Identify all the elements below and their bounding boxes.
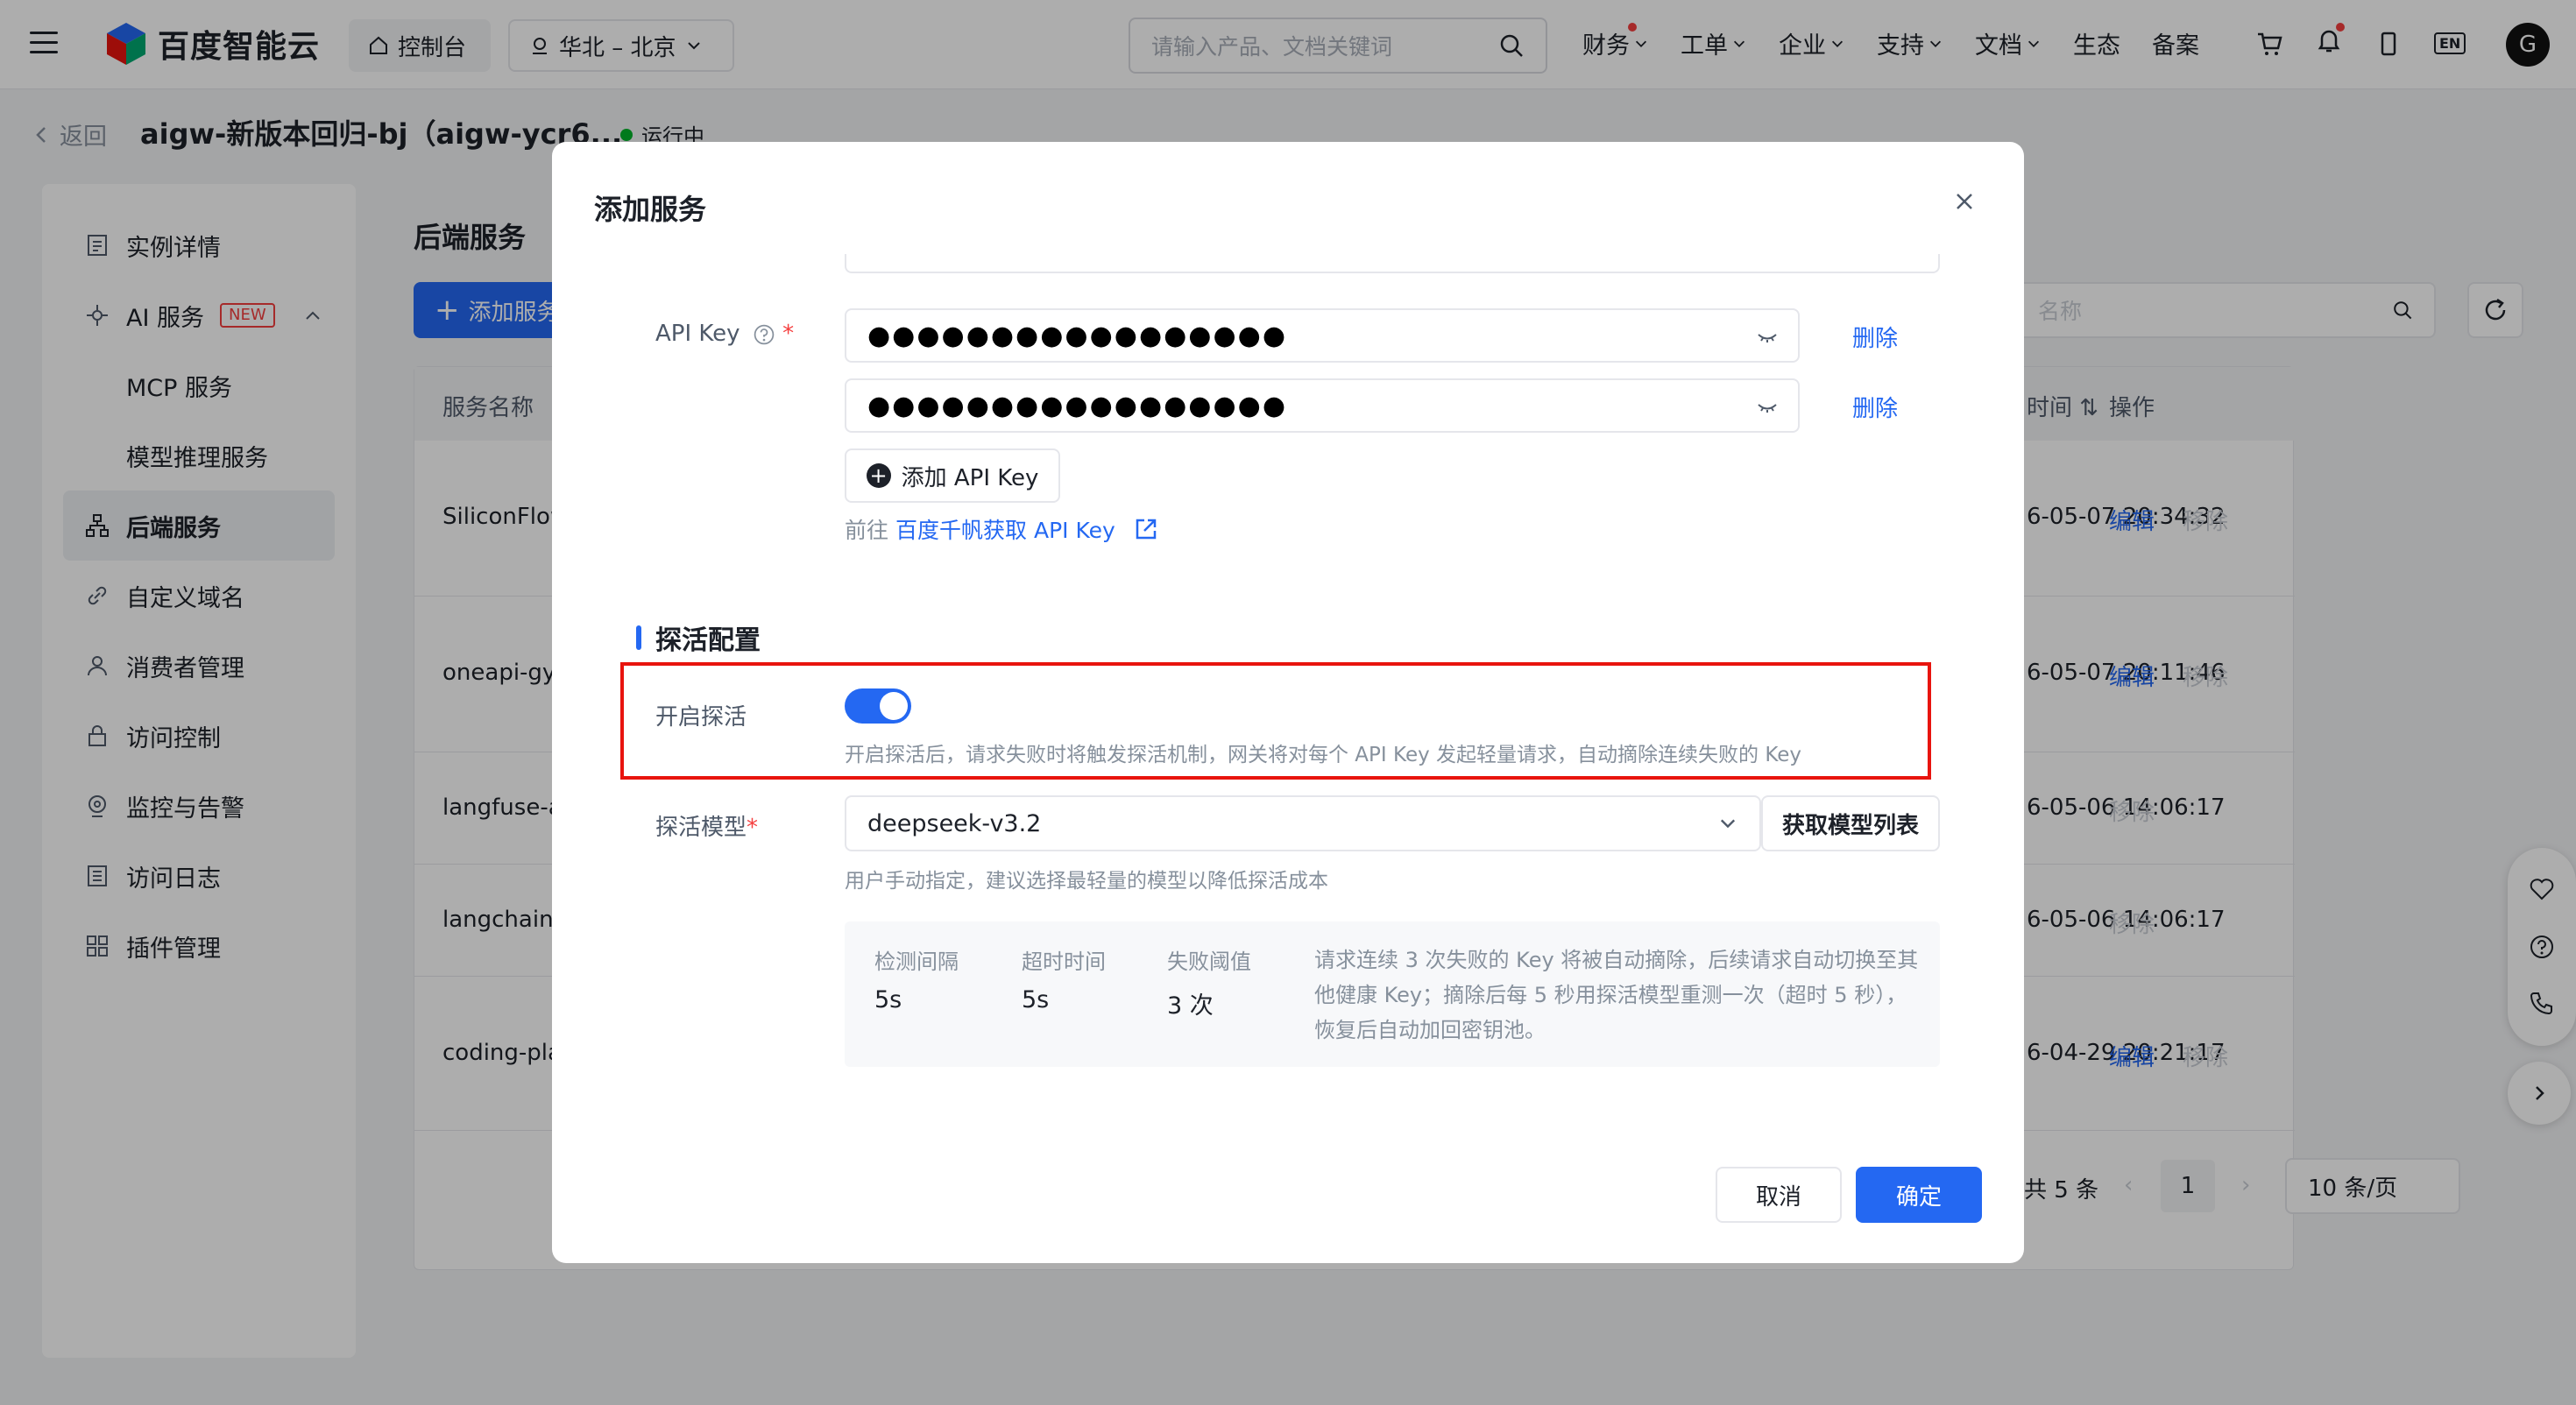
enable-probe-label: 开启探活 — [655, 704, 747, 731]
probe-model-label: 探活模型* — [655, 815, 759, 841]
scrolled-field-edge — [845, 254, 1940, 273]
interval-value: 5s — [874, 986, 902, 1013]
interval-label: 检测间隔 — [874, 950, 959, 974]
eye-closed-icon[interactable] — [1756, 396, 1779, 419]
fetch-model-list-button[interactable]: 获取模型列表 — [1761, 795, 1940, 851]
external-link-icon[interactable] — [1133, 516, 1159, 542]
delete-key-button[interactable]: 删除 — [1852, 391, 1898, 423]
add-service-modal: 添加服务 API Key * ●●●●●●●●●●●●●●●●● 删除 ●●●●… — [552, 142, 2024, 1263]
api-key-input-1[interactable]: ●●●●●●●●●●●●●●●●● — [845, 308, 1800, 363]
required-mark: * — [782, 321, 795, 347]
close-icon[interactable] — [1954, 191, 1975, 212]
probe-info-box: 检测间隔 5s 超时时间 5s 失败阈值 3 次 请求连续 3 次失败的 Key… — [845, 921, 1940, 1067]
goto-qianfan: 前往 百度千帆获取 API Key — [845, 513, 1159, 545]
plus-circle-icon: + — [866, 463, 891, 488]
probe-model-hint: 用户手动指定，建议选择最轻量的模型以降低探活成本 — [845, 870, 1328, 893]
add-api-key-button[interactable]: + 添加 API Key — [845, 448, 1060, 503]
confirm-button[interactable]: 确定 — [1856, 1167, 1982, 1223]
toggle-knob — [880, 692, 908, 720]
probe-section-title: 探活配置 — [636, 618, 761, 657]
cancel-button[interactable]: 取消 — [1716, 1167, 1842, 1223]
section-accent-bar — [636, 625, 641, 650]
required-mark: * — [747, 815, 759, 841]
chevron-down-icon — [1720, 819, 1736, 829]
eye-closed-icon[interactable] — [1756, 326, 1779, 349]
threshold-value: 3 次 — [1167, 992, 1214, 1020]
modal-title: 添加服务 — [594, 193, 707, 226]
qianfan-link[interactable]: 百度千帆获取 API Key — [895, 513, 1115, 545]
timeout-value: 5s — [1022, 986, 1050, 1013]
threshold-label: 失败阈值 — [1167, 950, 1251, 974]
probe-model-select[interactable]: deepseek-v3.2 — [845, 795, 1761, 851]
timeout-label: 超时时间 — [1022, 950, 1106, 974]
api-key-input-2[interactable]: ●●●●●●●●●●●●●●●●● — [845, 378, 1800, 433]
help-icon[interactable] — [753, 323, 775, 346]
enable-probe-hint: 开启探活后，请求失败时将触发探活机制，网关将对每个 API Key 发起轻量请求… — [845, 744, 1802, 766]
probe-description: 请求连续 3 次失败的 Key 将被自动摘除，后续请求自动切换至其他健康 Key… — [1314, 948, 1919, 1042]
api-key-label: API Key * — [655, 321, 795, 347]
delete-key-button[interactable]: 删除 — [1852, 321, 1898, 353]
enable-probe-toggle[interactable] — [845, 688, 911, 724]
